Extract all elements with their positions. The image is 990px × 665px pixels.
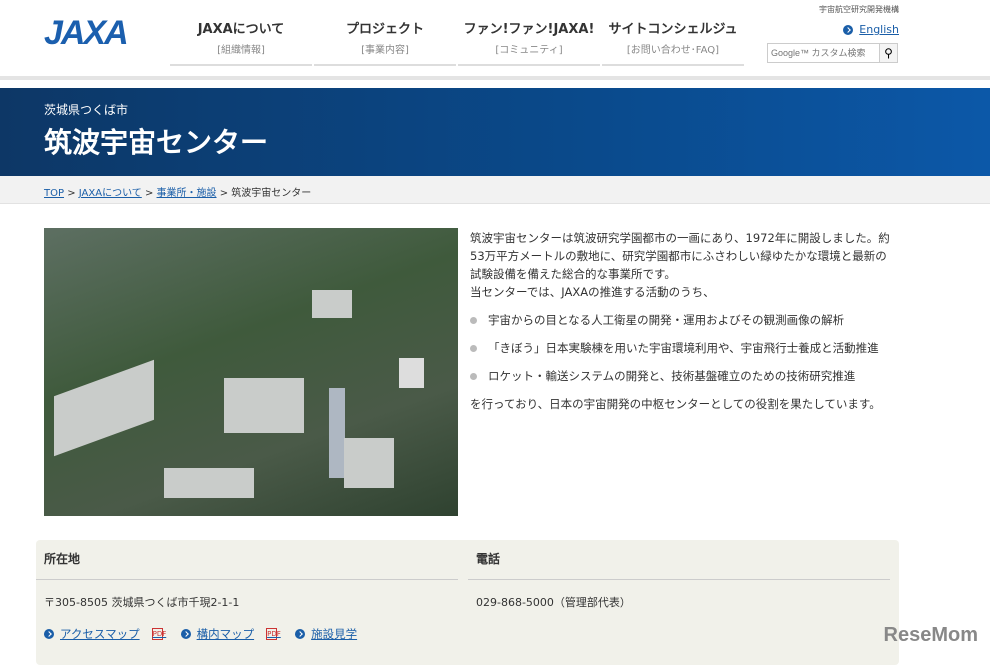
campus-map-link[interactable]: 構内マップ PDF [180,626,281,642]
nav-concierge[interactable]: サイトコンシェルジュ [お問い合わせ･FAQ] [602,18,744,66]
link-label: アクセスマップ [60,627,140,641]
intro-text: 筑波宇宙センターは筑波研究学園都市の一画にあり、1972年に開設しました。約53… [470,231,890,281]
english-label: English [859,23,899,36]
nav-about[interactable]: JAXAについて [組織情報] [170,18,312,66]
page-hero: 茨城県つくば市 筑波宇宙センター [0,88,990,176]
facility-tour-link[interactable]: 施設見学 [295,626,357,642]
breadcrumb-current: 筑波宇宙センター [231,188,312,199]
arrow-circle-icon [180,629,191,639]
phone-label: 電話 [468,548,890,580]
activity-list: 宇宙からの目となる人工衛星の開発・運用およびその観測画像の解析 「きぼう」日本実… [470,311,895,385]
pdf-icon: PDF [266,628,281,640]
jaxa-logo[interactable]: JAXA [44,14,129,53]
nav-community[interactable]: ファン!ファン!JAXA! [コミュニティ] [458,18,600,66]
nav-sublabel: [事業内容] [361,45,409,56]
resemom-watermark: ReseMom [883,624,978,646]
info-links: アクセスマップ PDF 構内マップ PDF 施設見学 [44,626,357,642]
list-item: 「きぼう」日本実験棟を用いた宇宙環境利用や、宇宙飛行士養成と活動推進 [470,339,895,357]
access-map-link[interactable]: アクセスマップ PDF [44,626,167,642]
search-input[interactable] [767,43,880,63]
pdf-icon: PDF [151,628,167,640]
description: 筑波宇宙センターは筑波研究学園都市の一画にあり、1972年に開設しました。約53… [470,229,895,413]
breadcrumb-facilities[interactable]: 事業所・施設 [157,188,217,199]
hero-location: 茨城県つくば市 [44,103,129,117]
list-item: ロケット・輸送システムの開発と、技術基盤確立のための技術研究推進 [470,367,895,385]
header: JAXA JAXAについて [組織情報] プロジェクト [事業内容] ファン!ファン… [0,0,990,80]
outro-text: を行っており、日本の宇宙開発の中枢センターとしての役割を果たしています。 [470,397,881,411]
nav-label: サイトコンシェルジュ [608,22,738,37]
arrow-circle-icon [295,629,306,639]
breadcrumb-top[interactable]: TOP [44,188,64,199]
link-label: 構内マップ [196,627,255,641]
breadcrumb: TOP > JAXAについて > 事業所・施設 > 筑波宇宙センター [0,176,990,204]
aerial-photo [44,228,458,516]
address-value: 〒305-8505 茨城県つくば市千現2-1-1 [44,596,240,609]
breadcrumb-about[interactable]: JAXAについて [79,188,142,199]
english-link[interactable]: English [843,23,899,36]
phone-section: 電話 029-868-5000（管理部代表） [468,548,890,624]
nav-label: ファン!ファン!JAXA! [463,22,595,37]
phone-value: 029-868-5000（管理部代表） [476,596,631,609]
address-section: 所在地 〒305-8505 茨城県つくば市千現2-1-1 [36,548,458,624]
search-button[interactable]: ⚲ [880,43,898,63]
nav-sublabel: [お問い合わせ･FAQ] [626,45,720,56]
nav-sublabel: [組織情報] [217,45,265,56]
nav-projects[interactable]: プロジェクト [事業内容] [314,18,456,66]
page-title: 筑波宇宙センター [44,126,269,159]
link-label: 施設見学 [311,627,358,641]
search-icon: ⚲ [884,46,893,60]
search-form: ⚲ [767,43,898,63]
org-name: 宇宙航空研究開発機構 [819,5,899,14]
address-label: 所在地 [36,548,458,580]
main-nav: JAXAについて [組織情報] プロジェクト [事業内容] ファン!ファン!JAXA… [170,18,746,66]
info-panel: 所在地 〒305-8505 茨城県つくば市千現2-1-1 電話 029-868-… [36,540,899,665]
nav-label: プロジェクト [345,22,424,37]
arrow-circle-icon [843,24,854,35]
nav-sublabel: [コミュニティ] [495,45,563,56]
arrow-circle-icon [44,629,54,639]
intro-text-2: 当センターでは、JAXAの推進する活動のうち、 [470,285,715,299]
list-item: 宇宙からの目となる人工衛星の開発・運用およびその観測画像の解析 [470,311,895,329]
nav-label: JAXAについて [197,22,285,37]
